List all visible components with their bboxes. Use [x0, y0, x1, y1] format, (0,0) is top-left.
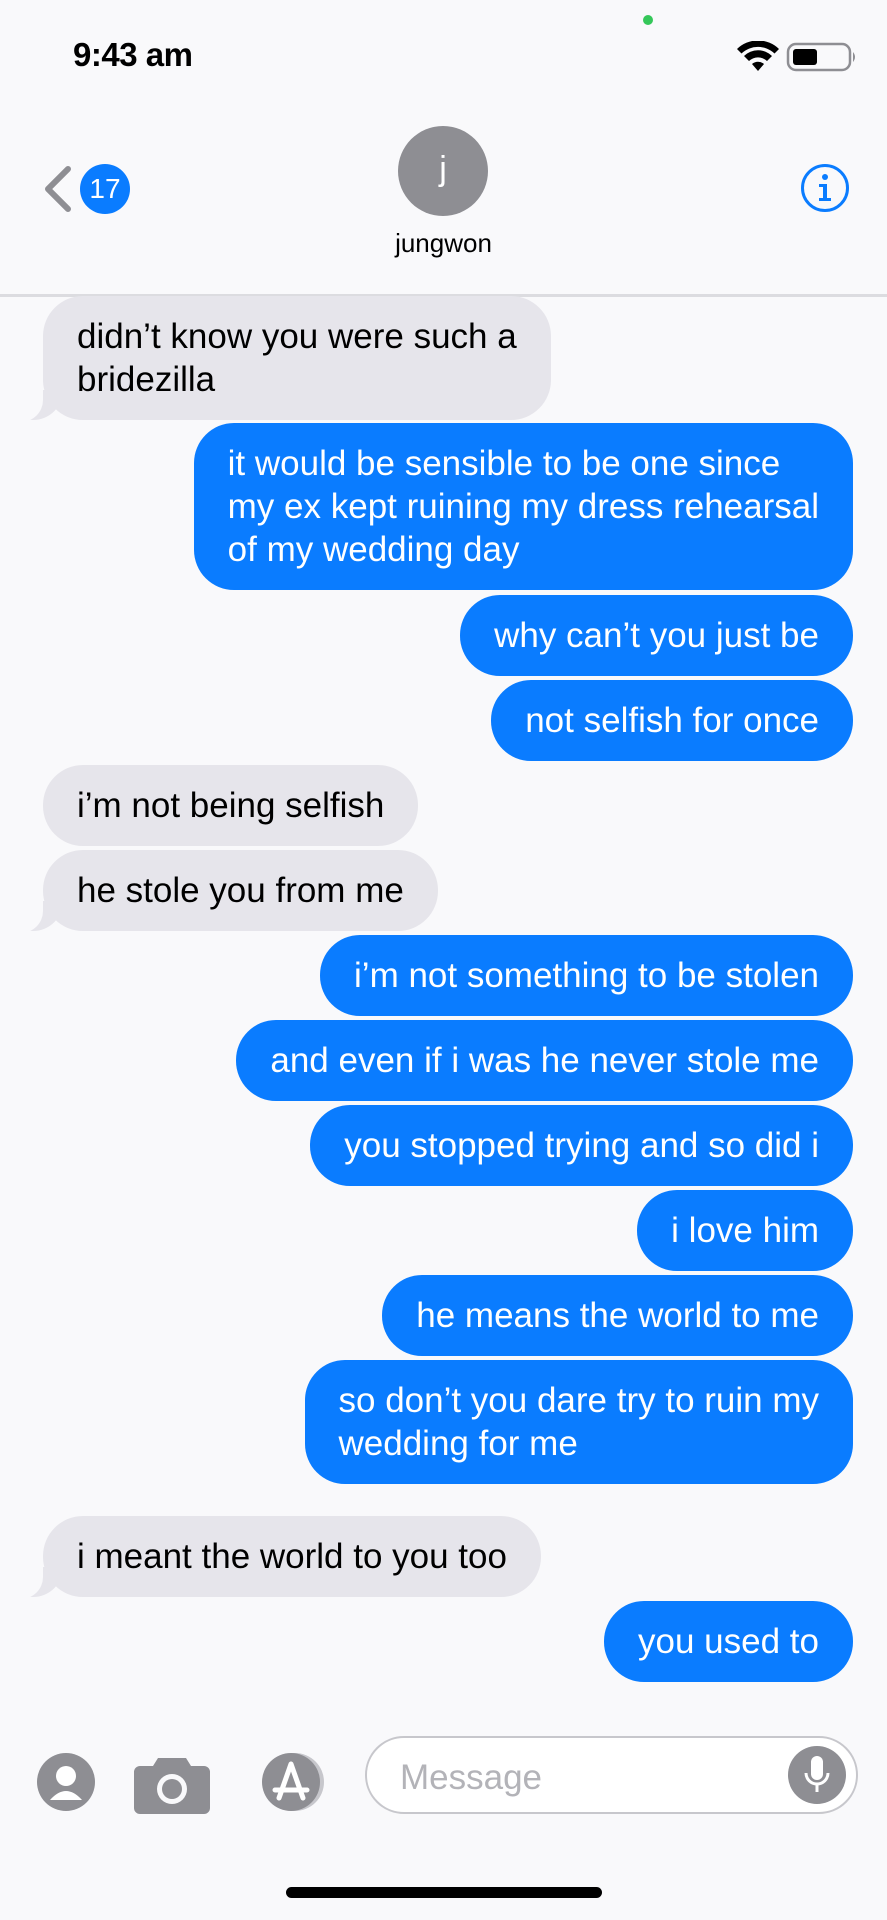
message-bubble-outgoing[interactable]: you stopped trying and so did i: [310, 1105, 853, 1186]
message-text: so don’t you dare try to ruin my wedding…: [338, 1381, 820, 1463]
conversation-header: 17 j jungwon: [0, 100, 887, 297]
contact-name[interactable]: jungwon: [0, 228, 887, 259]
message-bubble-incoming[interactable]: i meant the world to you too: [9, 1516, 541, 1599]
microphone-icon: [804, 1756, 830, 1792]
message-text: it would be sensible to be one since my …: [227, 444, 819, 569]
chevron-left-icon: [45, 166, 71, 212]
camera-indicator-dot: [643, 15, 653, 25]
contact-avatar[interactable]: j: [398, 126, 488, 216]
message-text: he means the world to me: [416, 1296, 819, 1335]
message-bubble-outgoing[interactable]: i’m not something to be stolen: [320, 935, 853, 1016]
message-text: and even if i was he never stole me: [270, 1041, 819, 1080]
message-bubble-outgoing[interactable]: why can’t you just be: [460, 595, 853, 676]
camera-icon[interactable]: [134, 1752, 210, 1814]
wifi-icon: [737, 41, 779, 71]
status-bar: 9:43 am: [0, 0, 887, 100]
contact-card-icon[interactable]: [36, 1752, 96, 1812]
home-indicator[interactable]: [286, 1887, 602, 1898]
message-bubble-outgoing[interactable]: not selfish for once: [491, 680, 853, 761]
message-text: you stopped trying and so did i: [344, 1126, 819, 1165]
back-button[interactable]: 17: [42, 160, 132, 220]
message-bubble-outgoing[interactable]: he means the world to me: [382, 1275, 853, 1356]
info-icon[interactable]: [800, 163, 850, 213]
message-text: i’m not being selfish: [77, 786, 385, 825]
unread-count-badge: 17: [80, 164, 130, 214]
message-text: i love him: [671, 1211, 819, 1250]
message-bubble-outgoing[interactable]: you used to: [604, 1601, 853, 1682]
app-store-icon[interactable]: [253, 1752, 333, 1812]
message-text: didn’t know you were such a bridezilla: [77, 317, 517, 399]
message-bubble-incoming[interactable]: didn’t know you were such a bridezilla: [9, 296, 551, 422]
message-text: not selfish for once: [525, 701, 819, 740]
message-bubble-outgoing[interactable]: so don’t you dare try to ruin my wedding…: [304, 1360, 853, 1484]
message-text: i meant the world to you too: [77, 1537, 507, 1576]
microphone-button[interactable]: [788, 1746, 846, 1804]
message-text: why can’t you just be: [494, 616, 819, 655]
compose-bar: Message: [0, 1710, 887, 1850]
message-bubble-incoming[interactable]: he stole you from me: [9, 850, 438, 933]
message-bubble-outgoing[interactable]: i love him: [637, 1190, 853, 1271]
message-text: he stole you from me: [77, 871, 404, 910]
message-bubble-incoming[interactable]: i’m not being selfish: [43, 765, 419, 846]
message-bubble-outgoing[interactable]: it would be sensible to be one since my …: [193, 423, 853, 590]
message-text: you used to: [638, 1622, 819, 1661]
battery-icon: [786, 42, 855, 72]
message-input[interactable]: Message: [365, 1736, 858, 1814]
message-input-placeholder: Message: [400, 1758, 543, 1797]
message-bubble-outgoing[interactable]: and even if i was he never stole me: [236, 1020, 853, 1101]
message-text: i’m not something to be stolen: [354, 956, 819, 995]
status-time: 9:43 am: [73, 36, 193, 73]
